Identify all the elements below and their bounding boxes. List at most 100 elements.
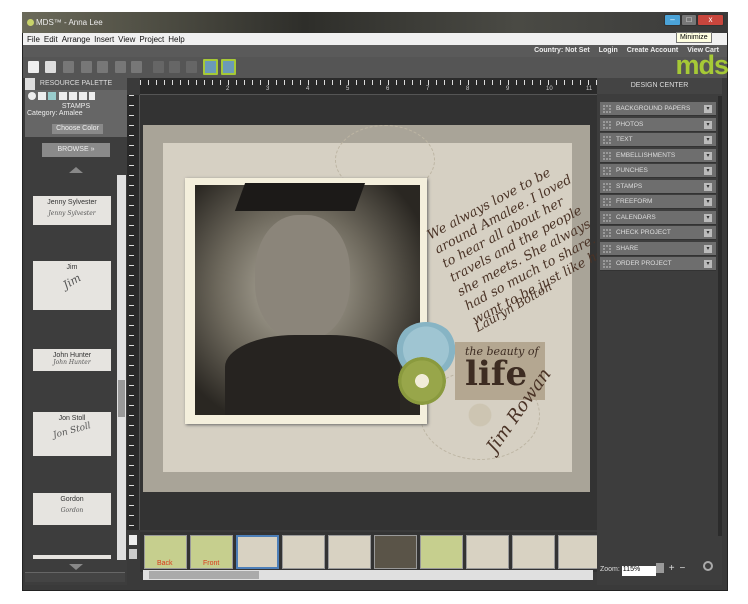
book-icon[interactable] — [129, 549, 137, 559]
zoom-input[interactable]: 115% — [621, 566, 656, 576]
embellishment-icon[interactable] — [38, 92, 47, 100]
choose-color-button[interactable]: Choose Color — [52, 124, 103, 134]
page-thumbnail[interactable] — [374, 535, 417, 569]
menu-view[interactable]: View — [118, 35, 135, 44]
copy-icon[interactable] — [81, 61, 92, 73]
drag-handle-icon[interactable] — [603, 229, 611, 237]
design-center-item[interactable]: CHECK PROJECT ▾ — [600, 226, 716, 240]
design-center-item[interactable]: PHOTOS ▾ — [600, 117, 716, 132]
expand-arrow-icon[interactable]: ▾ — [704, 182, 712, 191]
search-icon[interactable] — [703, 561, 713, 571]
page-thumbnail[interactable]: Front — [190, 535, 233, 569]
design-center-item[interactable]: PUNCHES ▾ — [600, 164, 716, 178]
drag-handle-icon[interactable] — [603, 167, 611, 175]
trash-icon[interactable] — [131, 61, 142, 73]
single-page-icon[interactable] — [129, 535, 137, 545]
page-thumbnail[interactable] — [328, 535, 371, 569]
single-page-view-icon[interactable] — [203, 59, 218, 75]
text-icon[interactable] — [68, 92, 77, 100]
palette-scrollbar[interactable] — [117, 175, 126, 560]
drag-handle-icon[interactable] — [603, 260, 611, 268]
spread-view-icon[interactable] — [221, 59, 236, 75]
stamp-item[interactable]: Jenny Sylvester Jenny Sylvester — [33, 196, 111, 225]
zoom-out-button[interactable]: − — [680, 563, 686, 574]
browse-button[interactable]: BROWSE » — [42, 143, 110, 157]
delete-icon[interactable] — [115, 61, 126, 73]
paste-icon[interactable] — [97, 61, 108, 73]
save-icon[interactable] — [63, 61, 74, 73]
design-center-item[interactable]: STAMPS ▾ — [600, 179, 716, 194]
maximize-button[interactable]: □ — [681, 14, 697, 26]
expand-arrow-icon[interactable]: ▾ — [704, 244, 712, 253]
design-center-item[interactable]: ORDER PROJECT ▾ — [600, 257, 716, 271]
scrollbar-thumb[interactable] — [149, 571, 259, 579]
expand-arrow-icon[interactable]: ▾ — [704, 151, 712, 160]
login-link[interactable]: Login — [599, 47, 618, 54]
page-thumbnail[interactable] — [466, 535, 509, 569]
menu-file[interactable]: File — [27, 35, 40, 44]
page-thumbnail[interactable] — [512, 535, 555, 569]
expand-arrow-icon[interactable]: ▾ — [704, 198, 712, 206]
page-thumbnail[interactable]: Back — [144, 535, 187, 569]
design-center-item[interactable]: BACKGROUND PAPERS ▾ — [600, 102, 716, 116]
expand-arrow-icon[interactable]: ▾ — [704, 260, 712, 268]
green-flower-button-embellishment[interactable] — [398, 357, 446, 405]
align-icon[interactable] — [186, 61, 197, 73]
stamp-item[interactable]: Gordon Gordon — [33, 493, 111, 525]
menu-help[interactable]: Help — [168, 35, 184, 44]
stamp-item[interactable] — [33, 555, 111, 559]
zoom-dropdown-icon[interactable] — [655, 563, 664, 573]
zoom-in-button[interactable]: + — [669, 563, 675, 574]
undo-icon[interactable] — [153, 61, 164, 73]
expand-arrow-icon[interactable]: ▾ — [704, 213, 712, 222]
graduation-photo[interactable] — [195, 183, 420, 415]
menu-project[interactable]: Project — [139, 35, 164, 44]
drag-handle-icon[interactable] — [603, 151, 611, 160]
design-center-item[interactable]: FREEFORM ▾ — [600, 195, 716, 209]
paper-icon[interactable] — [48, 92, 57, 100]
expand-arrow-icon[interactable]: ▾ — [704, 136, 712, 144]
menu-arrange[interactable]: Arrange — [62, 35, 90, 44]
drag-handle-icon[interactable] — [603, 244, 611, 253]
design-center-item[interactable]: SHARE ▾ — [600, 241, 716, 256]
scrollbar-thumb[interactable] — [118, 380, 125, 417]
expand-arrow-icon[interactable]: ▾ — [704, 105, 712, 113]
design-center-scrollbar[interactable] — [718, 96, 722, 536]
menu-insert[interactable]: Insert — [94, 35, 114, 44]
design-center-item[interactable]: CALENDARS ▾ — [600, 210, 716, 225]
scroll-down-arrow-icon[interactable] — [69, 564, 83, 570]
page-thumbnail[interactable] — [282, 535, 325, 569]
expand-arrow-icon[interactable]: ▾ — [704, 120, 712, 129]
design-center-item[interactable]: TEXT ▾ — [600, 133, 716, 147]
page-thumbnail[interactable] — [558, 535, 601, 569]
mds-home-icon[interactable] — [28, 61, 39, 73]
menu-edit[interactable]: Edit — [44, 35, 58, 44]
design-center-item[interactable]: EMBELLISHMENTS ▾ — [600, 148, 716, 163]
expand-arrow-icon[interactable]: ▾ — [704, 229, 712, 237]
redo-icon[interactable] — [169, 61, 180, 73]
expand-arrow-icon[interactable]: ▾ — [704, 167, 712, 175]
stamp-icon[interactable] — [89, 92, 96, 100]
create-account-link[interactable]: Create Account — [627, 47, 678, 54]
drag-handle-icon[interactable] — [603, 105, 611, 113]
drag-handle-icon[interactable] — [603, 120, 611, 129]
drag-handle-icon[interactable] — [603, 136, 611, 144]
open-folder-icon[interactable] — [45, 61, 56, 73]
drag-handle-icon[interactable] — [603, 213, 611, 222]
page-thumbnail[interactable] — [420, 535, 463, 569]
collapse-panel-icon[interactable] — [25, 78, 35, 90]
page-thumbnail[interactable] — [236, 535, 279, 569]
people-icon[interactable] — [58, 92, 67, 100]
minimize-button[interactable]: – — [664, 14, 681, 26]
drag-handle-icon[interactable] — [603, 182, 611, 191]
stamp-item[interactable]: John Hunter John Hunter — [33, 349, 111, 371]
camera-icon[interactable] — [28, 92, 36, 100]
frame-icon[interactable] — [79, 92, 88, 100]
drag-handle-icon[interactable] — [603, 198, 611, 206]
scroll-up-arrow-icon[interactable] — [69, 167, 83, 173]
stamp-item[interactable]: Jon Stoll Jon Stoll — [33, 412, 111, 456]
stamp-item[interactable]: Jim Jim — [33, 261, 111, 310]
country-link[interactable]: Country: Not Set — [534, 47, 590, 54]
close-button[interactable]: x — [697, 14, 724, 26]
filmstrip-scrollbar[interactable] — [143, 570, 593, 580]
